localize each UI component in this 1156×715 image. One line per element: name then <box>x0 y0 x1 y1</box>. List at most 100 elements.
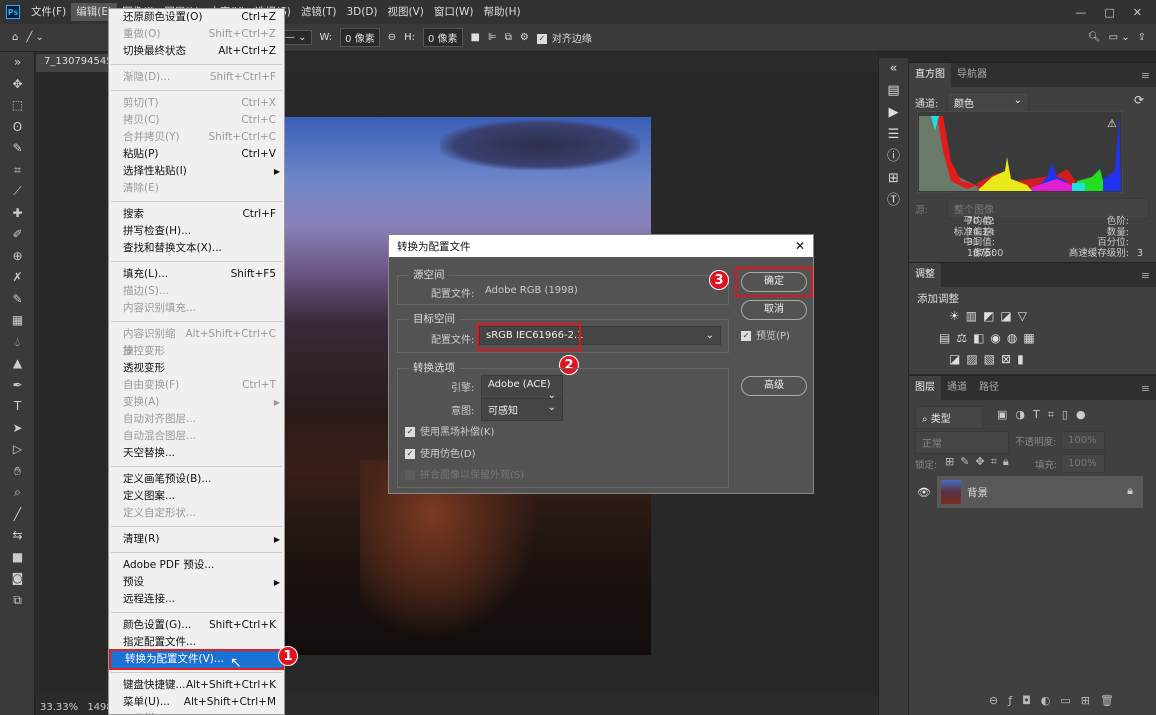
actions-icon[interactable]: ▤ <box>879 80 908 102</box>
menu-item[interactable]: Adobe PDF 预设... <box>109 557 284 574</box>
menu-item[interactable]: 指定配置文件... <box>109 634 284 651</box>
align-icon[interactable]: ⊫ <box>488 32 497 43</box>
menu-8[interactable]: 视图(V) <box>383 3 429 21</box>
quick-mask-tool-icon[interactable]: ◙ <box>0 568 35 590</box>
healing-tool-icon[interactable]: ✚ <box>0 203 35 225</box>
opacity-input[interactable]: 100% <box>1061 431 1105 450</box>
move-tool-icon[interactable]: ✥ <box>0 74 35 96</box>
layer-filter-icons[interactable]: ▣◑T⌗▯● <box>997 408 1094 422</box>
minimize-button[interactable]: — <box>1075 6 1086 19</box>
maximize-button[interactable]: □ <box>1104 6 1114 19</box>
hand-tool-icon[interactable]: ✋︎ <box>0 461 35 483</box>
collapse-icon[interactable]: « <box>879 58 908 80</box>
dialog-close-button[interactable]: ✕ <box>795 239 805 253</box>
stamp-tool-icon[interactable]: ⊕ <box>0 246 35 268</box>
intent-select[interactable]: 可感知 ⌄ <box>481 398 563 421</box>
expand-tool-icon[interactable]: » <box>0 52 35 74</box>
menu-item[interactable]: 清理(R) ▶ <box>109 531 284 548</box>
link-icon[interactable]: ⊖ <box>388 32 396 43</box>
menu-item[interactable]: 工具栏... <box>109 711 284 714</box>
menu-item[interactable]: 搜索 Ctrl+F <box>109 206 284 223</box>
color-swatch-tool-icon[interactable]: ■ <box>0 547 35 569</box>
document-tab[interactable]: 7_1307945450 <box>36 54 119 72</box>
advanced-button[interactable]: 高级 <box>741 376 807 396</box>
menu-item[interactable]: 预设 ▶ <box>109 574 284 591</box>
zoom-tool-icon[interactable]: ⌕ <box>0 482 35 504</box>
layer-actions-bar[interactable]: ⊖ƒ◘◐▭⊞🗑︎ <box>989 694 1124 707</box>
glyphs-icon[interactable]: ⊞ <box>879 168 908 190</box>
workspace-icon[interactable]: ▭ ⌄ <box>1109 32 1130 43</box>
width-input[interactable]: 0 像素 <box>340 28 380 47</box>
zoom-level[interactable]: 33.33% <box>40 702 78 713</box>
path-ops-icon[interactable]: ■ <box>471 32 480 43</box>
close-button[interactable]: ✕ <box>1133 6 1142 19</box>
menu-item[interactable]: 定义图案... <box>109 488 284 505</box>
refresh-icon[interactable]: ⟳ <box>1134 93 1144 107</box>
lock-icons[interactable]: ⊞✎✥⌗🔒︎ <box>945 455 1015 469</box>
panel-menu-icon[interactable]: ≡ <box>1141 269 1150 282</box>
play-icon[interactable]: ▶ <box>879 102 908 124</box>
line-tool-icon[interactable]: ╱ ⌄ <box>26 32 44 43</box>
info-icon[interactable]: ⓘ <box>879 146 908 168</box>
tab-channels[interactable]: 通道 <box>941 376 973 400</box>
panel-menu-icon[interactable]: ≡ <box>1141 69 1150 82</box>
blur-tool-icon[interactable]: 💧︎ <box>0 332 35 354</box>
menu-10[interactable]: 帮助(H) <box>479 3 526 21</box>
quick-select-tool-icon[interactable]: ✎ <box>0 138 35 160</box>
channel-select[interactable]: 颜色 ⌄ <box>947 92 1029 113</box>
layer-row-background[interactable]: 背景 🔒︎ <box>937 476 1143 508</box>
adjustment-icons-row3[interactable]: ◪▨▧⊠▮ <box>949 352 1030 366</box>
menu-9[interactable]: 窗口(W) <box>429 3 479 21</box>
menu-6[interactable]: 滤镜(T) <box>296 3 342 21</box>
path-select-tool-icon[interactable]: ➤ <box>0 418 35 440</box>
menu-item[interactable]: 转换为配置文件(V)... <box>109 649 284 670</box>
black-point-compensation-checkbox[interactable]: ✓ 使用黑场补偿(K) <box>405 423 494 438</box>
screen-mode-tool-icon[interactable]: ⧉ <box>0 590 35 612</box>
eyedropper-tool-icon[interactable]: ⟋ <box>0 181 35 203</box>
properties-icon[interactable]: ☰ <box>879 124 908 146</box>
type-tool-icon[interactable]: T <box>0 396 35 418</box>
crop-tool-icon[interactable]: ⌗ <box>0 160 35 182</box>
history-brush-tool-icon[interactable]: ✗ <box>0 267 35 289</box>
menu-item[interactable]: 还原颜色设置(O) Ctrl+Z <box>109 9 284 26</box>
brush-tool-icon[interactable]: ✐ <box>0 224 35 246</box>
search-icon[interactable]: 🔍︎ <box>1088 32 1101 43</box>
menu-item[interactable]: 查找和替换文本(X)... <box>109 240 284 257</box>
blend-mode-select[interactable]: 正常 <box>915 431 1009 454</box>
menu-item[interactable]: 粘贴(P) Ctrl+V <box>109 146 284 163</box>
tab-paths[interactable]: 路径 <box>973 376 1005 400</box>
cancel-button[interactable]: 取消 <box>741 300 807 320</box>
gradient-tool-icon[interactable]: ▦ <box>0 310 35 332</box>
preview-checkbox[interactable]: ✓ 预览(P) <box>741 327 790 342</box>
fill-input[interactable]: 100% <box>1061 454 1105 473</box>
share-icon[interactable]: ⇪ <box>1138 32 1146 43</box>
lasso-tool-icon[interactable]: ʘ <box>0 117 35 139</box>
swap-colors-tool-icon[interactable]: ⇆ <box>0 525 35 547</box>
visibility-eye-icon[interactable]: 👁︎ <box>917 486 931 499</box>
menu-7[interactable]: 3D(D) <box>341 3 382 21</box>
menu-item[interactable]: 天空替换... <box>109 445 284 462</box>
menu-item[interactable]: 键盘快捷键... Alt+Shift+Ctrl+K <box>109 677 284 694</box>
align-edges-checkbox[interactable]: ✓ 对齐边缘 <box>536 30 592 45</box>
direct-select-tool-icon[interactable]: ▷ <box>0 439 35 461</box>
home-icon[interactable]: ⌂ <box>12 32 18 43</box>
menu-item[interactable]: 远程连接... <box>109 591 284 608</box>
menu-0[interactable]: 文件(F) <box>26 3 71 21</box>
adjustment-icons-row1[interactable]: ☀▥◩◪▽ <box>949 309 1033 323</box>
menu-item[interactable]: 菜单(U)... Alt+Shift+Ctrl+M <box>109 694 284 711</box>
arrange-icon[interactable]: ⧉ <box>505 32 512 43</box>
tab-adjustments[interactable]: 调整 <box>909 263 941 287</box>
pen-tool-icon[interactable]: ✒ <box>0 375 35 397</box>
adjustment-icons-row2[interactable]: ▤⚖◧◉◍▦ <box>939 331 1041 345</box>
layer-filter-select[interactable]: ⌕ 类型 <box>915 406 983 429</box>
menu-item[interactable]: 颜色设置(G)... Shift+Ctrl+K <box>109 617 284 634</box>
menu-item[interactable]: 填充(L)... Shift+F5 <box>109 266 284 283</box>
marquee-tool-icon[interactable]: ⬚ <box>0 95 35 117</box>
menu-item[interactable]: 选择性粘贴(I) ▶ <box>109 163 284 180</box>
eraser-tool-icon[interactable]: ✎ <box>0 289 35 311</box>
menu-item[interactable]: 透视变形 <box>109 360 284 377</box>
height-input[interactable]: 0 像素 <box>423 28 463 47</box>
menu-item[interactable]: 拼写检查(H)... <box>109 223 284 240</box>
panel-menu-icon[interactable]: ≡ <box>1141 382 1150 395</box>
dither-checkbox[interactable]: ✓ 使用仿色(D) <box>405 445 476 460</box>
